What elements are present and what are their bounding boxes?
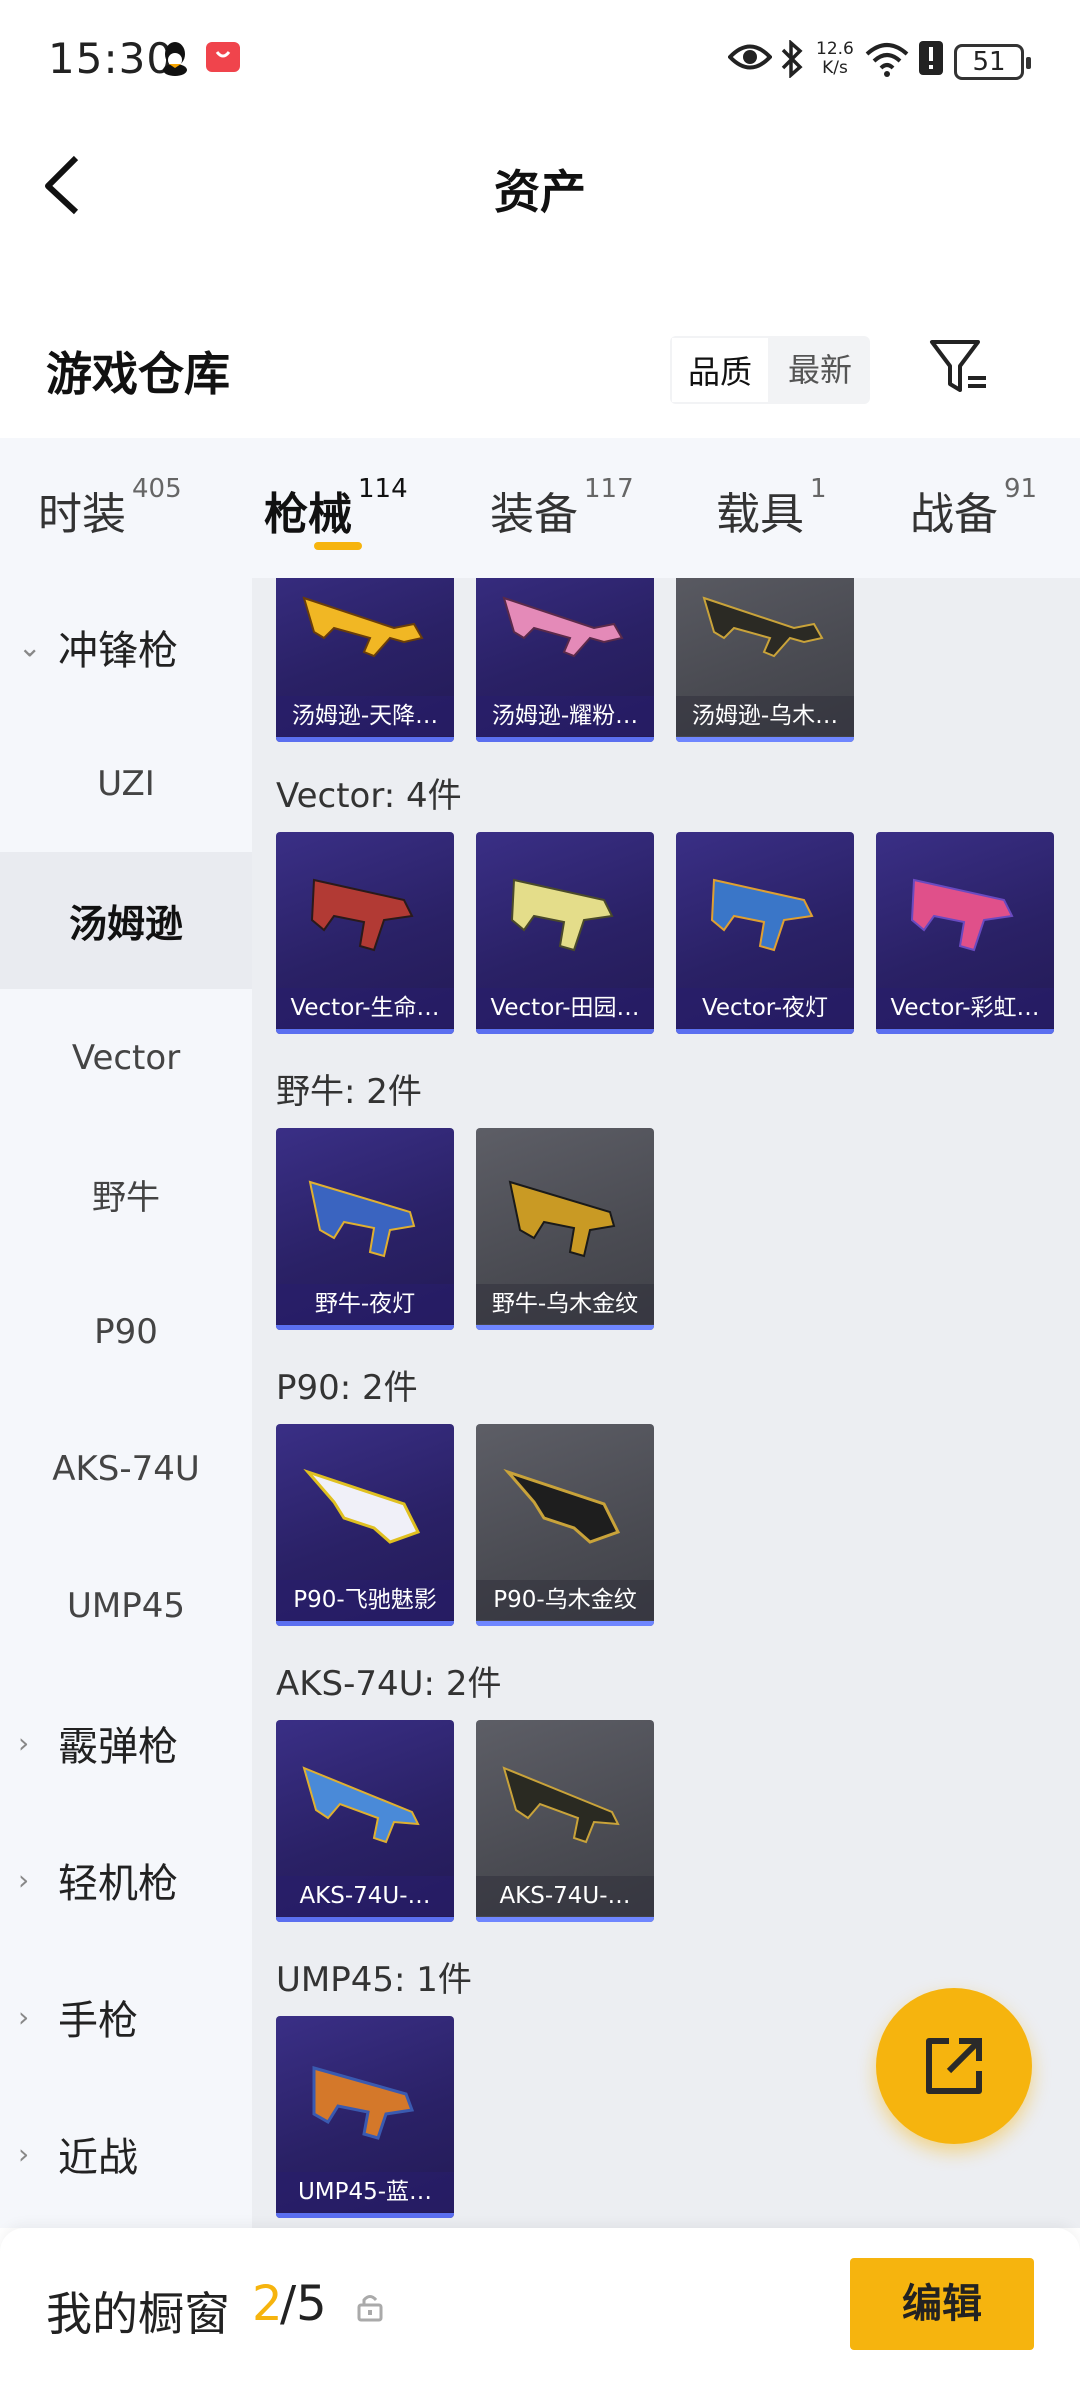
alert-icon	[918, 40, 944, 80]
p90-skin-icon	[503, 1468, 621, 1544]
item-card[interactable]: Vector-夜灯	[676, 832, 854, 1034]
chevron-down-icon: ⌄	[18, 630, 42, 663]
item-card[interactable]: 汤姆逊-天降…	[276, 578, 454, 742]
item-card[interactable]: UMP45-蓝…	[276, 2016, 454, 2218]
sort-latest-button[interactable]: 最新	[770, 336, 870, 404]
bizon-skin-icon	[308, 1180, 416, 1258]
sidebar-item-uzi[interactable]: UZI	[0, 715, 252, 852]
qq-icon	[160, 40, 190, 82]
smg-skin-icon	[302, 596, 424, 658]
weapon-type-sidebar: ⌄ 冲锋枪 UZI 汤姆逊 Vector 野牛 P90 AKS-74U UMP45…	[0, 578, 252, 2228]
chevron-right-icon: ›	[18, 1726, 30, 1759]
sidebar-group-smg[interactable]: ⌄ 冲锋枪	[0, 578, 252, 715]
bizon-skin-icon	[508, 1180, 616, 1258]
sidebar-item-ump45[interactable]: UMP45	[0, 1537, 252, 1674]
item-card[interactable]: 汤姆逊-耀粉…	[476, 578, 654, 742]
external-link-icon	[926, 2038, 982, 2094]
lock-icon	[356, 2292, 384, 2322]
app-notification-icon	[206, 40, 240, 78]
chevron-right-icon: ›	[18, 1863, 30, 1896]
vector-skin-icon	[710, 878, 814, 952]
sidebar-item-vector[interactable]: Vector	[0, 989, 252, 1126]
item-card[interactable]: AKS-74U-…	[476, 1720, 654, 1922]
warehouse-title: 游戏仓库	[46, 347, 230, 401]
vector-skin-icon	[510, 878, 614, 952]
section-title-vector: Vector: 4件	[276, 776, 462, 816]
chevron-right-icon: ›	[18, 2000, 30, 2033]
aks74u-skin-icon	[502, 1766, 620, 1844]
sidebar-item-bizon[interactable]: 野牛	[0, 1126, 252, 1263]
showcase-total-count: /5	[280, 2276, 327, 2332]
page-title: 资产	[494, 165, 586, 219]
status-bar: 15:30 12.6 K/s 51	[0, 0, 1080, 130]
status-time: 15:30	[48, 34, 175, 83]
bluetooth-icon	[780, 39, 804, 82]
item-card[interactable]: Vector-彩虹…	[876, 832, 1054, 1034]
sidebar-group-lmg[interactable]: › 轻机枪	[0, 1811, 252, 1948]
aks74u-skin-icon	[302, 1766, 420, 1844]
item-card[interactable]: P90-飞驰魅影	[276, 1424, 454, 1626]
section-title-aks74u: AKS-74U: 2件	[276, 1664, 502, 1704]
showcase-label: 我的橱窗	[46, 2287, 230, 2341]
item-card[interactable]: 汤姆逊-乌木…	[676, 578, 854, 742]
assets-page: 15:30 12.6 K/s 51 资产 游戏仓库 品质 最新 时装 405 枪…	[0, 0, 1080, 2382]
network-speed: 12.6 K/s	[816, 39, 854, 78]
smg-skin-icon	[702, 596, 824, 658]
filter-button[interactable]	[928, 336, 990, 398]
item-grid: 汤姆逊-天降… 汤姆逊-耀粉… 汤姆逊-乌木… Vector: 4件 Vecto…	[252, 578, 1080, 2228]
chevron-right-icon: ›	[18, 2137, 30, 2170]
tab-fashion[interactable]: 时装 405	[38, 474, 182, 542]
edit-button[interactable]: 编辑	[850, 2258, 1034, 2350]
sidebar-group-shotgun[interactable]: › 霰弹枪	[0, 1674, 252, 1811]
tab-vehicles[interactable]: 载具 1	[716, 474, 827, 542]
section-title-bizon: 野牛: 2件	[276, 1072, 422, 1112]
sidebar-item-thompson[interactable]: 汤姆逊	[0, 852, 252, 989]
sidebar-item-p90[interactable]: P90	[0, 1263, 252, 1400]
active-tab-indicator	[314, 542, 362, 550]
sidebar-item-aks74u[interactable]: AKS-74U	[0, 1400, 252, 1537]
ump45-skin-icon	[312, 2066, 415, 2140]
share-button[interactable]	[876, 1988, 1032, 2144]
item-card[interactable]: 野牛-夜灯	[276, 1128, 454, 1330]
tab-equipment[interactable]: 装备 117	[490, 474, 634, 542]
sort-quality-button[interactable]: 品质	[670, 336, 770, 404]
tab-combat-supplies[interactable]: 战备 91	[910, 474, 1037, 542]
item-card[interactable]: AKS-74U-…	[276, 1720, 454, 1922]
battery-indicator: 51	[954, 44, 1031, 80]
showcase-footer: 我的橱窗 2 /5 编辑	[0, 2228, 1080, 2382]
item-card[interactable]: Vector-田园…	[476, 832, 654, 1034]
tab-guns[interactable]: 枪械 114	[264, 474, 408, 542]
showcase-current-count: 2	[252, 2276, 283, 2332]
eye-icon	[727, 40, 773, 78]
sort-toggle: 品质 最新	[670, 336, 870, 404]
item-card[interactable]: P90-乌木金纹	[476, 1424, 654, 1626]
p90-skin-icon	[303, 1468, 421, 1544]
section-title-p90: P90: 2件	[276, 1368, 418, 1408]
sidebar-group-melee[interactable]: › 近战	[0, 2085, 252, 2222]
filter-icon	[930, 340, 986, 392]
smg-skin-icon	[502, 596, 624, 658]
category-tabs: 时装 405 枪械 114 装备 117 载具 1 战备 91	[0, 438, 1080, 578]
wifi-icon	[864, 40, 910, 82]
vector-skin-icon	[310, 878, 414, 952]
item-card[interactable]: 野牛-乌木金纹	[476, 1128, 654, 1330]
item-card[interactable]: Vector-生命…	[276, 832, 454, 1034]
sidebar-group-pistol[interactable]: › 手枪	[0, 1948, 252, 2085]
vector-skin-icon	[910, 878, 1014, 952]
section-title-ump45: UMP45: 1件	[276, 1960, 472, 2000]
